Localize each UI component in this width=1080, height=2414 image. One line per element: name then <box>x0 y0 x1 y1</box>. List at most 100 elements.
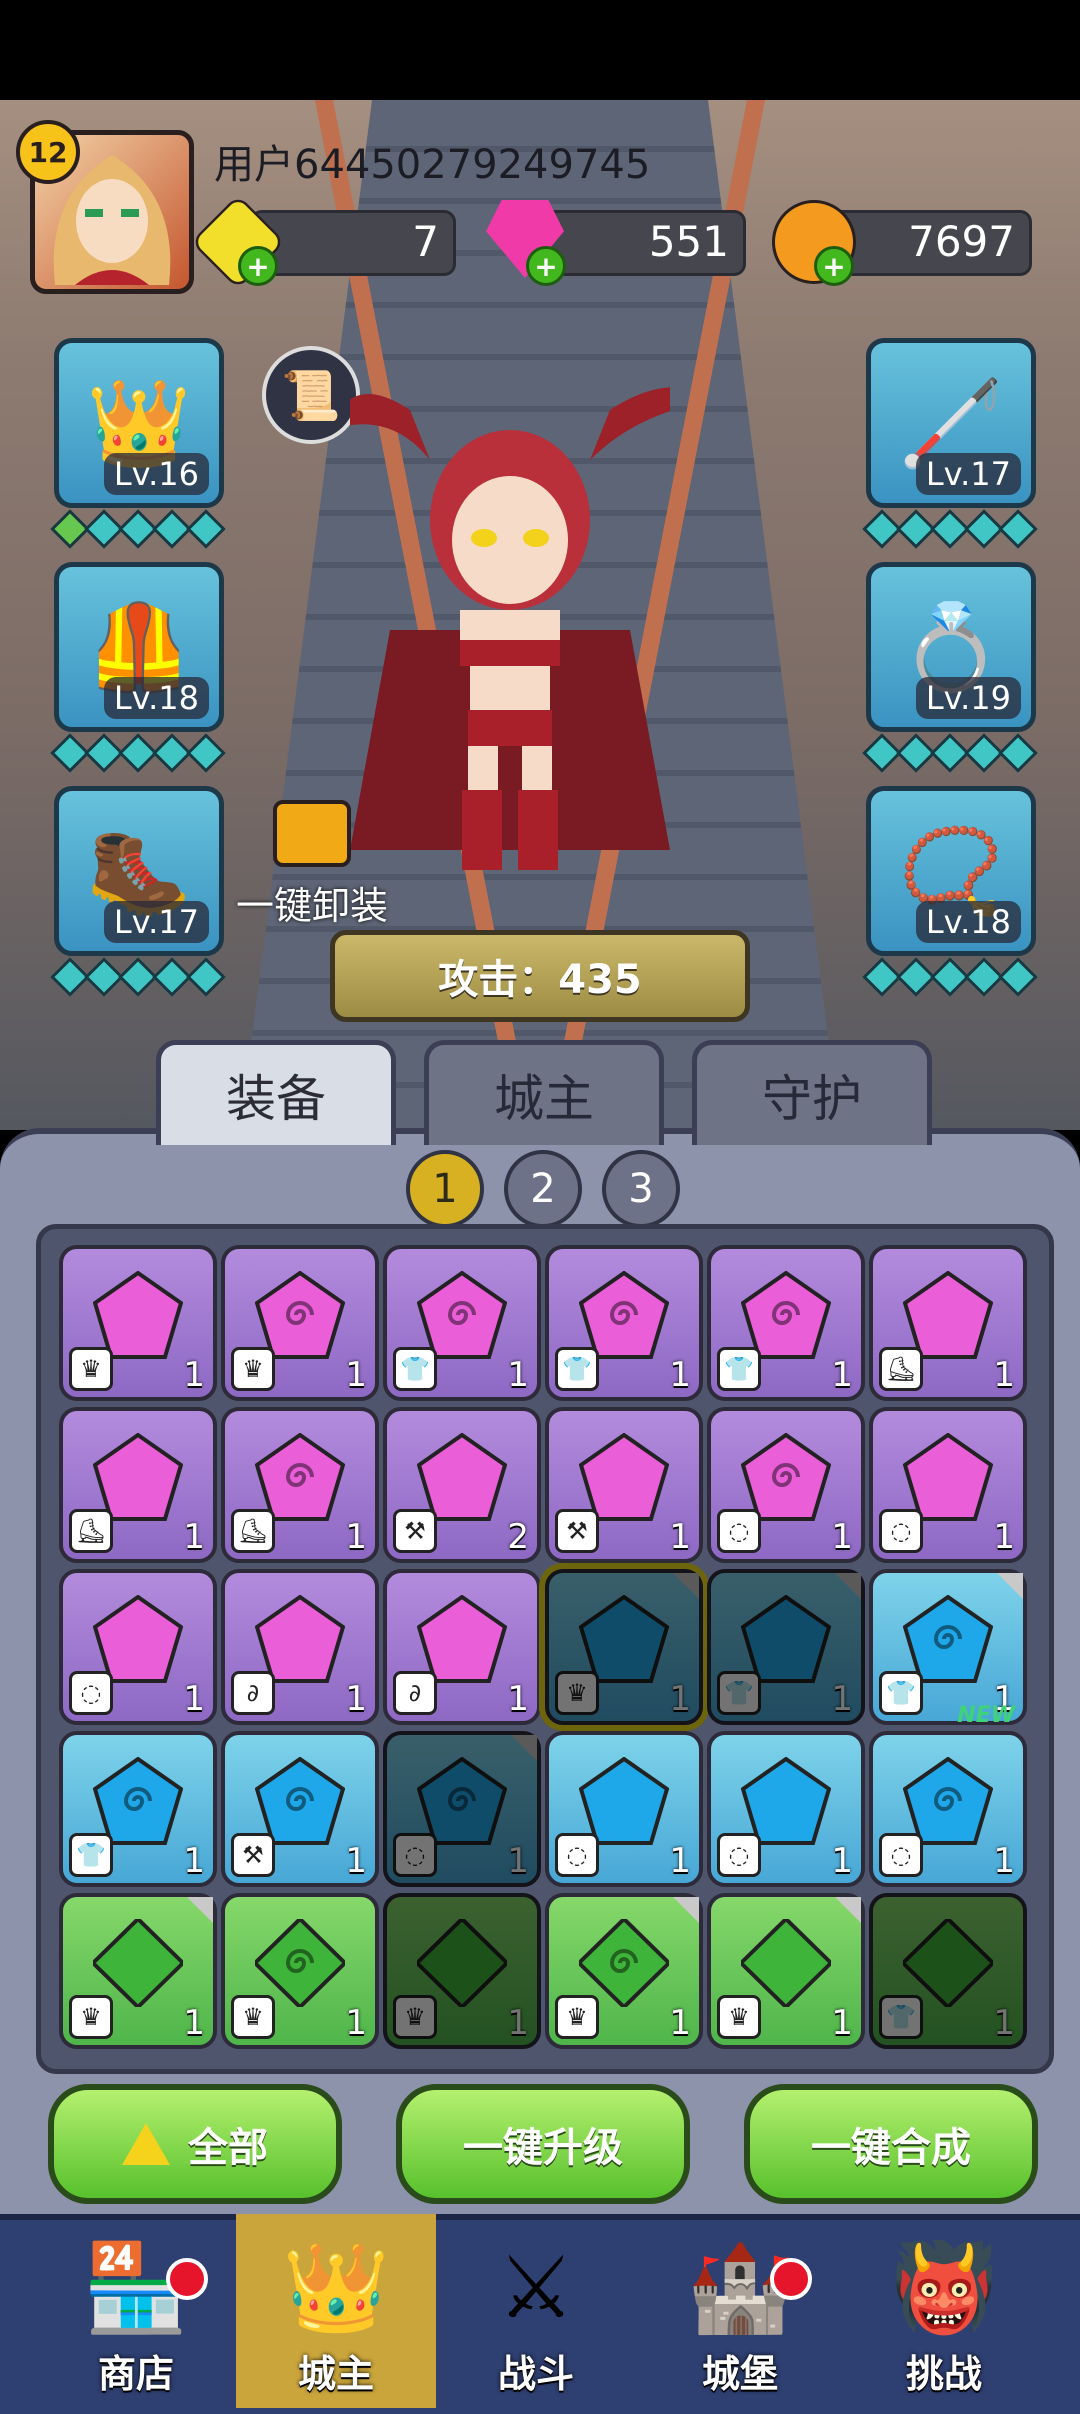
gem-item[interactable]: 👕 1 <box>545 1245 703 1401</box>
gem-item[interactable]: ∂ 1 <box>221 1569 379 1725</box>
page-3-button[interactable]: 3 <box>602 1150 680 1228</box>
resource-gold-bar: 7 <box>250 210 456 276</box>
resource-gold-value: 7 <box>412 217 439 266</box>
crown-icon: 👑 <box>282 2238 390 2338</box>
slot-star-row <box>862 509 1038 549</box>
gem-item[interactable]: ◌ 1 <box>869 1407 1027 1563</box>
blue-gem-icon <box>741 1757 831 1845</box>
nav-label: 战斗 <box>497 2352 574 2396</box>
equip-slot-armor[interactable]: 🦺 Lv.18 <box>54 562 224 732</box>
gem-count: 1 <box>507 1841 529 1881</box>
new-badge: NEW <box>957 1703 1015 1728</box>
gem-count: 1 <box>183 2003 205 2043</box>
equip-slot-ring[interactable]: 💍 Lv.19 <box>866 562 1036 732</box>
upgrade-all-button[interactable]: 一键升级 <box>396 2084 690 2204</box>
gem-item[interactable]: ◌ 1 <box>383 1731 541 1887</box>
equip-slot-boots[interactable]: 🥾 Lv.17 <box>54 786 224 956</box>
gem-item[interactable]: ∂ 1 <box>383 1569 541 1725</box>
crown-icon: ♛ <box>555 1671 599 1715</box>
purple-gem-icon <box>255 1433 345 1521</box>
resource-gem-value: 551 <box>648 217 729 266</box>
gem-item[interactable]: ♛ 1 <box>221 1893 379 2049</box>
green-gem-icon <box>255 1919 345 2007</box>
nav-shop-button[interactable]: 🏪 商店 <box>36 2214 236 2408</box>
scroll-info-button[interactable]: 📜 <box>262 346 360 444</box>
crown-icon: ♛ <box>69 1995 113 2039</box>
equip-slot-crown[interactable]: 👑 Lv.16 <box>54 338 224 508</box>
crown-icon: ♛ <box>555 1995 599 2039</box>
gem-item[interactable]: ⛸ 1 <box>59 1407 217 1563</box>
slot-level: Lv.19 <box>915 677 1021 719</box>
corner-flag-icon <box>835 1897 861 1923</box>
gem-item[interactable]: ⛸ 1 <box>221 1407 379 1563</box>
gem-item[interactable]: ⚒ 1 <box>221 1731 379 1887</box>
gem-item[interactable]: ⛸ 1 <box>869 1245 1027 1401</box>
gem-item[interactable]: ♛ 1 <box>545 1569 703 1725</box>
gem-count: 1 <box>831 2003 853 2043</box>
add-gem-button[interactable]: + <box>526 246 566 286</box>
slot-level: Lv.17 <box>103 901 209 943</box>
gem-item[interactable]: ⚒ 1 <box>545 1407 703 1563</box>
merge-all-button[interactable]: 一键合成 <box>744 2084 1038 2204</box>
add-orange-button[interactable]: + <box>814 246 854 286</box>
gem-item[interactable]: ⚒ 2 <box>383 1407 541 1563</box>
gem-item[interactable]: 👕 1 <box>869 1569 1027 1725</box>
filter-all-button[interactable]: 全部 <box>48 2084 342 2204</box>
gem-item[interactable]: ♛ 1 <box>221 1245 379 1401</box>
status-bar <box>0 0 1080 100</box>
equip-slot-amulet[interactable]: 📿 Lv.18 <box>866 786 1036 956</box>
page-2-button[interactable]: 2 <box>504 1150 582 1228</box>
gem-item[interactable]: 👕 1 <box>707 1245 865 1401</box>
gem-item[interactable]: ♛ 1 <box>545 1893 703 2049</box>
gem-count: 1 <box>345 1355 367 1395</box>
armor-icon: 👕 <box>555 1347 599 1391</box>
gem-item[interactable]: ♛ 1 <box>59 1245 217 1401</box>
purple-gem-icon <box>903 1433 993 1521</box>
purple-gem-icon <box>93 1271 183 1359</box>
gem-item[interactable]: 👕 1 <box>59 1731 217 1887</box>
gem-count: 1 <box>345 2003 367 2043</box>
gem-item[interactable]: ◌ 1 <box>707 1731 865 1887</box>
gem-count: 1 <box>345 1517 367 1557</box>
ring-icon: ◌ <box>555 1833 599 1877</box>
tab-label: 装备 <box>226 1070 326 1128</box>
add-gold-button[interactable]: + <box>238 246 278 286</box>
nav-battle-button[interactable]: ⚔ 战斗 <box>436 2214 636 2408</box>
slot-star-row <box>862 733 1038 773</box>
gem-count: 1 <box>993 1841 1015 1881</box>
crown-icon: ♛ <box>231 1347 275 1391</box>
gem-item[interactable]: 👕 1 <box>707 1569 865 1725</box>
gem-count: 1 <box>507 2003 529 2043</box>
nav-lord-button[interactable]: 👑 城主 <box>236 2214 436 2408</box>
resource-orange-value: 7697 <box>908 217 1015 266</box>
staff-icon: ⚒ <box>231 1833 275 1877</box>
nav-label: 商店 <box>97 2352 174 2396</box>
boots-icon: ⛸ <box>69 1509 113 1553</box>
gem-item[interactable]: ♛ 1 <box>383 1893 541 2049</box>
tab-label: 城主 <box>494 1070 594 1128</box>
equip-slot-staff[interactable]: 🦯 Lv.17 <box>866 338 1036 508</box>
gem-item[interactable]: ♛ 1 <box>707 1893 865 2049</box>
tab-equipment[interactable]: 装备 <box>156 1040 396 1145</box>
slot-star-row <box>50 733 226 773</box>
gem-item[interactable]: ♛ 1 <box>59 1893 217 2049</box>
page-1-button[interactable]: 1 <box>406 1150 484 1228</box>
tab-lord[interactable]: 城主 <box>424 1040 664 1145</box>
gem-item[interactable]: 👕 1 <box>383 1245 541 1401</box>
purple-gem-icon <box>741 1271 831 1359</box>
page-label: 2 <box>530 1166 556 1212</box>
gem-item[interactable]: ◌ 1 <box>59 1569 217 1725</box>
nav-challenge-button[interactable]: 👹 挑战 <box>844 2214 1044 2408</box>
corner-flag-icon <box>673 1897 699 1923</box>
tab-guardian[interactable]: 守护 <box>692 1040 932 1145</box>
armor-icon: 👕 <box>717 1347 761 1391</box>
gem-item[interactable]: ◌ 1 <box>545 1731 703 1887</box>
gem-item[interactable]: 👕 1 <box>869 1893 1027 2049</box>
slot-level: Lv.18 <box>915 901 1021 943</box>
gem-item[interactable]: ◌ 1 <box>707 1407 865 1563</box>
blue-gem-icon <box>903 1757 993 1845</box>
gem-item[interactable]: ◌ 1 NEW <box>869 1703 1027 1887</box>
filter-all-label: 全部 <box>188 2125 268 2171</box>
nav-castle-button[interactable]: 🏰 城堡 <box>640 2214 840 2408</box>
unequip-all-button[interactable]: 一键卸装 <box>222 800 402 930</box>
